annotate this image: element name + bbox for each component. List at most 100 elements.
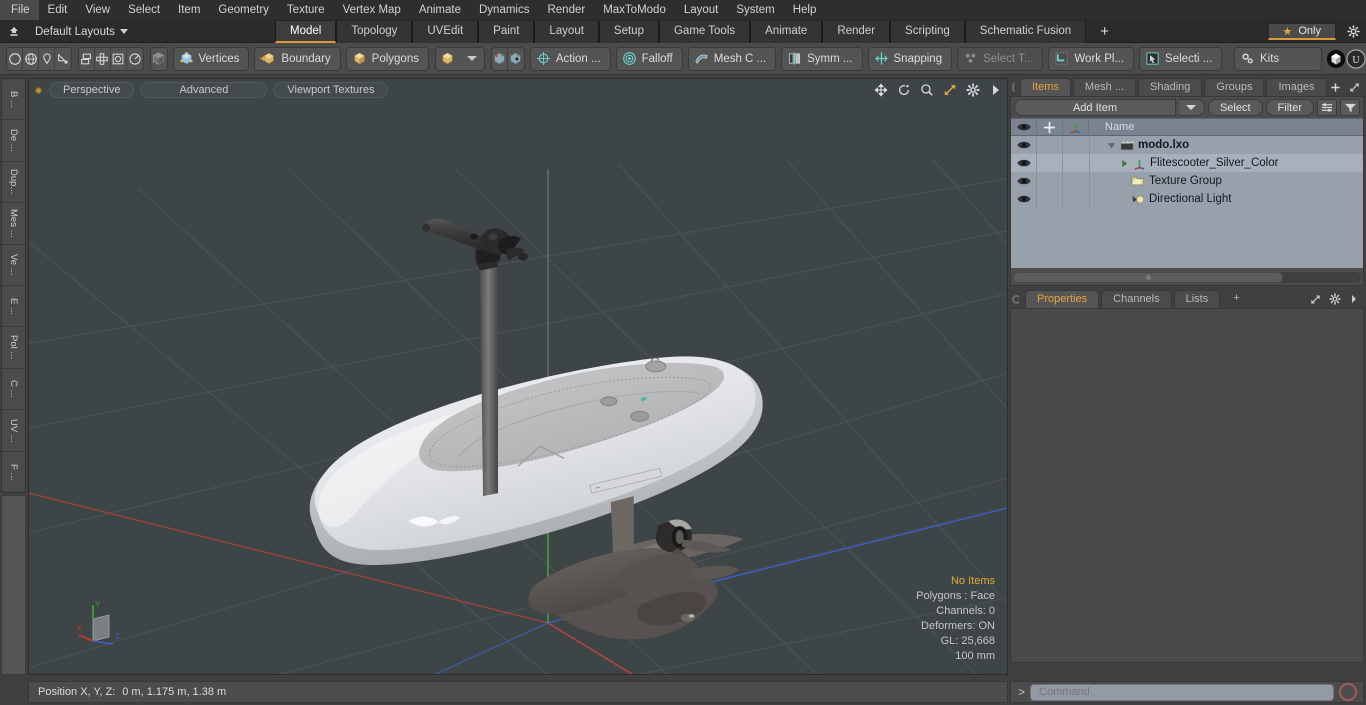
scale-icon[interactable] (111, 47, 127, 70)
sidebar-tab-basic[interactable]: B ... (2, 79, 25, 121)
wrench-icon[interactable] (1037, 118, 1063, 136)
menu-item-edit[interactable]: Edit (39, 0, 77, 20)
row-axis-cell[interactable] (1063, 154, 1090, 172)
viewport-view-mode-button[interactable]: Perspective (49, 82, 135, 98)
snap-cube-icon-1[interactable] (492, 47, 509, 70)
only-toggle-button[interactable]: ★ Only (1267, 23, 1336, 40)
tab-channels[interactable]: Channels (1101, 290, 1172, 308)
row-visibility-eye-icon[interactable] (1011, 136, 1037, 154)
funnel-icon[interactable] (1340, 99, 1360, 116)
stack-icon[interactable] (79, 47, 95, 70)
3d-viewport[interactable]: Perspective Advanced Viewport Textures X… (28, 78, 1008, 675)
tab-model[interactable]: Model (275, 20, 337, 43)
tab-setup[interactable]: Setup (598, 20, 659, 43)
tab-properties[interactable]: Properties (1025, 290, 1100, 308)
axis-icon[interactable] (1063, 118, 1089, 136)
sidebar-tab-vertex[interactable]: Ve ... (2, 245, 25, 287)
tab-schematic-fusion[interactable]: Schematic Fusion (964, 20, 1087, 43)
tree-item-directional-light[interactable]: Directional Light (1090, 193, 1231, 205)
row-lock-cell[interactable] (1037, 190, 1063, 208)
menu-item-geometry[interactable]: Geometry (209, 0, 278, 20)
tab-items[interactable]: Items (1020, 78, 1071, 96)
tree-item-mesh[interactable]: Flitescooter_Silver_Color (1090, 157, 1278, 170)
select-button[interactable]: Select (1207, 99, 1263, 116)
modo-bridge-icon[interactable] (1326, 48, 1346, 70)
sidebar-tab-deform[interactable]: De ... (2, 120, 25, 162)
sidebar-tab-edge[interactable]: E ... (2, 286, 25, 328)
symmetry-tool[interactable]: Symm ... (781, 46, 863, 71)
circle-icon[interactable] (7, 47, 24, 70)
sidebar-tab-uv[interactable]: UV ... (2, 410, 25, 452)
add-item-button[interactable]: Add Item (1014, 99, 1176, 116)
menu-item-help[interactable]: Help (784, 0, 826, 20)
sidebar-tab-duplicate[interactable]: Dup... (2, 162, 25, 204)
add-properties-tab-button[interactable]: + (1222, 290, 1250, 308)
globe-icon[interactable] (23, 47, 40, 70)
expand-icon[interactable] (1309, 293, 1322, 306)
items-horizontal-scrollbar[interactable] (1013, 272, 1361, 283)
tab-game-tools[interactable]: Game Tools (658, 20, 751, 43)
plus-icon[interactable] (1329, 81, 1342, 94)
menu-item-system[interactable]: System (727, 0, 783, 20)
pan-icon[interactable] (873, 82, 888, 97)
row-visibility-eye-icon[interactable] (1011, 154, 1037, 172)
menu-item-render[interactable]: Render (538, 0, 594, 20)
gear-icon[interactable] (1328, 293, 1341, 306)
sidebar-tab-mesh-edit[interactable]: Mes ... (2, 203, 25, 245)
tab-layout[interactable]: Layout (534, 20, 599, 43)
viewport-shading-button[interactable]: Advanced (140, 82, 268, 98)
command-input[interactable] (1030, 683, 1334, 701)
menu-item-file[interactable]: File (0, 0, 39, 20)
menu-item-animate[interactable]: Animate (410, 0, 470, 20)
kits-button[interactable]: Kits (1234, 46, 1322, 71)
layout-selector[interactable]: Default Layouts (25, 26, 275, 38)
work-plane-tool[interactable]: Work Pl... (1048, 46, 1135, 71)
select-through-tool[interactable]: Select T... (957, 46, 1044, 71)
eye-icon[interactable] (1011, 118, 1037, 136)
panel-drag-knob[interactable] (1012, 82, 1016, 92)
tab-scripting[interactable]: Scripting (890, 20, 965, 43)
selection-mode-vertices[interactable]: Vertices (172, 46, 250, 71)
tab-animate[interactable]: Animate (750, 20, 823, 43)
menu-item-layout[interactable]: Layout (675, 0, 728, 20)
viewport-indicator-dot[interactable] (35, 86, 42, 94)
triangle-right-icon[interactable] (1120, 159, 1129, 168)
expand-icon[interactable] (1348, 81, 1361, 94)
menu-item-vertex-map[interactable]: Vertex Map (334, 0, 410, 20)
panel-drag-knob[interactable] (1012, 294, 1021, 304)
sidebar-tab-curve[interactable]: C ... (2, 369, 25, 411)
table-row[interactable]: modo.lxo (1011, 136, 1363, 154)
tab-images[interactable]: Images (1266, 78, 1327, 96)
tree-item-texture-group[interactable]: Texture Group (1090, 175, 1222, 187)
sidebar-tab-polygon[interactable]: Pol ... (2, 327, 25, 369)
scrollbar-thumb[interactable] (1013, 272, 1283, 283)
tab-paint[interactable]: Paint (478, 20, 535, 43)
tab-lists[interactable]: Lists (1173, 290, 1221, 308)
selection-mode-polygons[interactable]: Polygons (345, 46, 429, 71)
menu-item-dynamics[interactable]: Dynamics (470, 0, 538, 20)
tab-uvedit[interactable]: UVEdit (412, 20, 479, 43)
chevron-right-icon[interactable] (1347, 293, 1360, 306)
row-visibility-eye-icon[interactable] (1011, 172, 1037, 190)
chevron-right-icon[interactable] (988, 82, 1003, 97)
snap-cube-icon-2[interactable] (508, 48, 524, 70)
menu-item-item[interactable]: Item (169, 0, 209, 20)
snapping-tool[interactable]: Snapping (867, 46, 953, 71)
row-axis-cell[interactable] (1063, 190, 1090, 208)
row-axis-cell[interactable] (1063, 172, 1090, 190)
menu-item-select[interactable]: Select (119, 0, 169, 20)
mesh-constraint-tool[interactable]: Mesh C ... (687, 46, 777, 71)
falloff-tool[interactable]: Falloff (615, 46, 683, 71)
cube-icon[interactable] (151, 48, 167, 70)
row-lock-cell[interactable] (1037, 136, 1063, 154)
tab-topology[interactable]: Topology (336, 20, 413, 43)
table-row[interactable]: Directional Light (1011, 190, 1363, 208)
row-axis-cell[interactable] (1063, 136, 1090, 154)
viewport-textures-button[interactable]: Viewport Textures (273, 82, 389, 98)
home-icon[interactable] (3, 22, 25, 42)
tab-mesh[interactable]: Mesh ... (1072, 78, 1137, 96)
menu-item-maxtomodo[interactable]: MaxToModo (594, 0, 675, 20)
viewport-axis-gizmo[interactable]: X Y Z (71, 597, 131, 652)
selection-mode-boundary[interactable]: Boundary (254, 46, 341, 71)
unreal-icon[interactable]: U (1346, 48, 1366, 70)
